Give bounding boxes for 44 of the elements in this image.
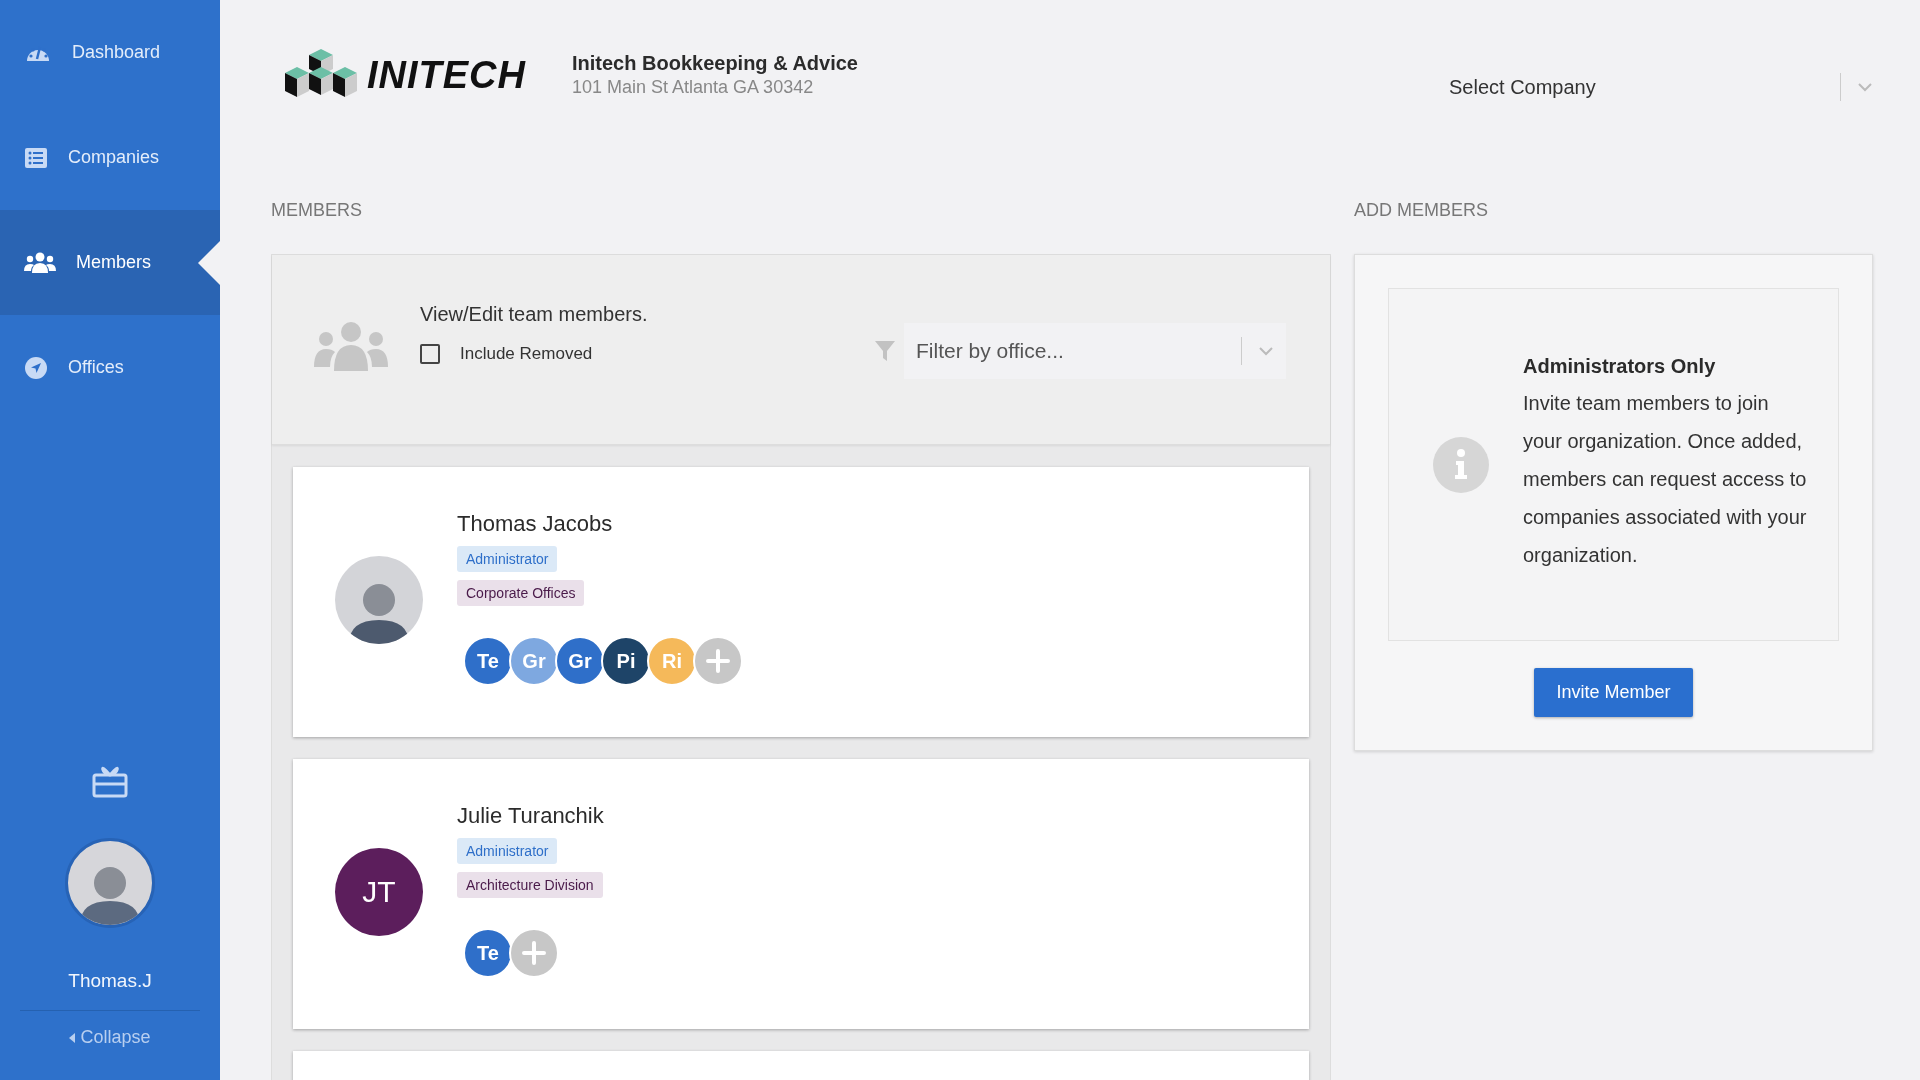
user-name: Thomas.J: [68, 970, 152, 992]
users-icon: [314, 321, 388, 373]
nav-item[interactable]: Offices: [0, 315, 220, 420]
company-address: 101 Main St Atlanta GA 30342: [572, 77, 815, 98]
info-icon: [1433, 436, 1489, 493]
member-card[interactable]: JT Julie Turanchik Administrator Architecture Division Te: [293, 759, 1309, 1029]
office-tag: Corporate Offices: [457, 580, 585, 606]
plus-icon: [522, 941, 546, 965]
users-icon: [24, 251, 56, 274]
office-filter-field[interactable]: Filter by office...: [904, 323, 1286, 379]
office-tag: Architecture Division: [457, 872, 603, 898]
selection-pointer: [198, 240, 220, 285]
nav-item[interactable]: Dashboard: [0, 0, 220, 105]
list-icon: [24, 146, 48, 169]
nav-item[interactable]: Companies: [0, 105, 220, 210]
invite-member-button[interactable]: Invite Member: [1534, 668, 1693, 717]
company-avatar[interactable]: Te: [463, 636, 513, 686]
company-avatar[interactable]: Gr: [555, 636, 605, 686]
intro-text: View/Edit team members.: [420, 303, 648, 326]
company-avatar[interactable]: Pi: [601, 636, 651, 686]
include-removed-checkbox[interactable]: Include Removed: [420, 344, 648, 364]
initials-avatar: JT: [335, 848, 423, 936]
chevron-down-icon: [1258, 346, 1274, 356]
gift-icon[interactable]: [91, 764, 129, 798]
collapse-link[interactable]: Collapse: [69, 1027, 151, 1048]
member-name: Julie Turanchik: [457, 803, 604, 829]
info-text: Invite team members to join your organization. Once added, members can request access to companies associated with your organization.: [1523, 391, 1808, 568]
company-select[interactable]: Select Company: [1449, 63, 1873, 111]
company-logo: INITECH: [283, 49, 526, 101]
section-title: ADD MEMBERS: [1354, 200, 1489, 221]
role-tag: Administrator: [457, 838, 558, 864]
info-heading: Administrators Only: [1523, 355, 1717, 378]
member-card[interactable]: Thomas Jacobs Administrator Corporate Offices Te Gr Gr Pi Ri: [293, 467, 1309, 737]
section-title: MEMBERS: [271, 200, 363, 221]
member-name: Thomas Jacobs: [457, 511, 614, 537]
company-avatar[interactable]: Te: [463, 928, 513, 978]
plus-icon: [706, 649, 730, 673]
caret-left-icon: [69, 1032, 76, 1043]
role-tag: Administrator: [457, 546, 558, 572]
company-name: Initech Bookkeeping & Advice: [572, 52, 858, 75]
filter-icon: [874, 340, 896, 362]
nav-item[interactable]: Members: [0, 210, 220, 315]
navigate-icon: [24, 355, 48, 380]
chevron-down-icon: [1857, 82, 1873, 92]
